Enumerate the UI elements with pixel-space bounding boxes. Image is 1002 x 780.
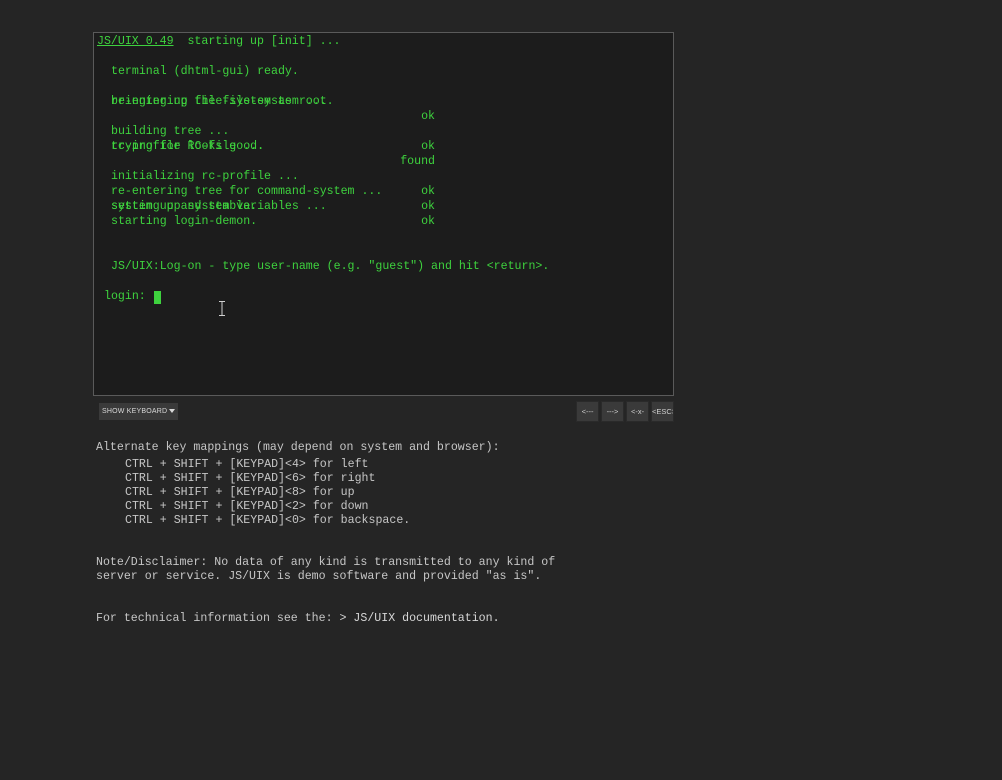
text-cursor [154,291,161,304]
terminal-title: JS/UIX 0.49 starting up [init] ... [97,34,341,49]
status-row-label: re-entering tree for command-system ... [111,185,383,198]
login-instructions: JS/UIX:Log-on - type user-name (e.g. "gu… [111,260,550,273]
disclaimer-line: Note/Disclaimer: No data of any kind is … [96,556,556,569]
login-prompt: login: [104,290,153,303]
ibeam-cursor-icon [218,301,226,316]
key-mapping-item: CTRL + SHIFT + [KEYPAD]<0> for backspace… [125,514,411,527]
terminal-line: starting login-demon. [111,215,258,228]
chevron-down-icon [169,409,175,413]
status-row: initializing rc-profile ... ok [94,154,435,198]
status-row-value: found [400,155,435,168]
status-row: building tree ... ok [94,109,435,153]
terminal-line: terminal (dhtml-gui) ready. [111,65,299,78]
status-row-label: building tree ... [111,125,230,138]
status-row: trying for RC-file ... found [94,124,435,168]
brand-label: JS/UIX 0.49 [97,35,174,48]
show-keyboard-label: SHOW KEYBOARD [102,408,168,415]
show-keyboard-button[interactable]: SHOW KEYBOARD [99,403,178,420]
right-arrow-key[interactable]: ---> [601,401,624,422]
status-row-value: ok [421,200,435,213]
key-mapping-item: CTRL + SHIFT + [KEYPAD]<4> for left [125,458,369,471]
tech-info-label: For technical information see the: [96,612,340,625]
status-row: setting up system variables ... ok [94,184,435,228]
status-row-value: ok [421,215,435,228]
key-mapping-item: CTRL + SHIFT + [KEYPAD]<2> for down [125,500,369,513]
status-row-value: ok [421,110,435,123]
status-row-label: initializing rc-profile ... [111,170,299,183]
status-row: re-entering tree for command-system ... … [94,169,435,213]
terminal-line: system up and stable. [111,200,258,213]
status-row-value: ok [421,140,435,153]
tech-info: For technical information see the: > JS/… [96,612,500,626]
disclaimer-line: server or service. JS/UIX is demo softwa… [96,570,542,583]
key-mapping-item: CTRL + SHIFT + [KEYPAD]<8> for up [125,486,355,499]
status-row: bringing up the file-system ... ok [94,79,435,123]
left-arrow-key[interactable]: <--- [576,401,599,422]
key-mappings-heading: Alternate key mappings (may depend on sy… [96,441,500,454]
terminal-line: rc-profile looks good. [111,140,265,153]
backspace-key[interactable]: <-x- [626,401,649,422]
key-mapping-item: CTRL + SHIFT + [KEYPAD]<6> for right [125,472,376,485]
escape-key[interactable]: <ESC> [651,401,674,422]
terminal-screen[interactable]: JS/UIX 0.49 starting up [init] ... termi… [93,32,674,396]
title-status: starting up [init] ... [173,35,341,48]
documentation-link[interactable]: > JS/UIX documentation. [340,612,500,625]
terminal-line: re-entering file-system as root. [111,95,334,108]
